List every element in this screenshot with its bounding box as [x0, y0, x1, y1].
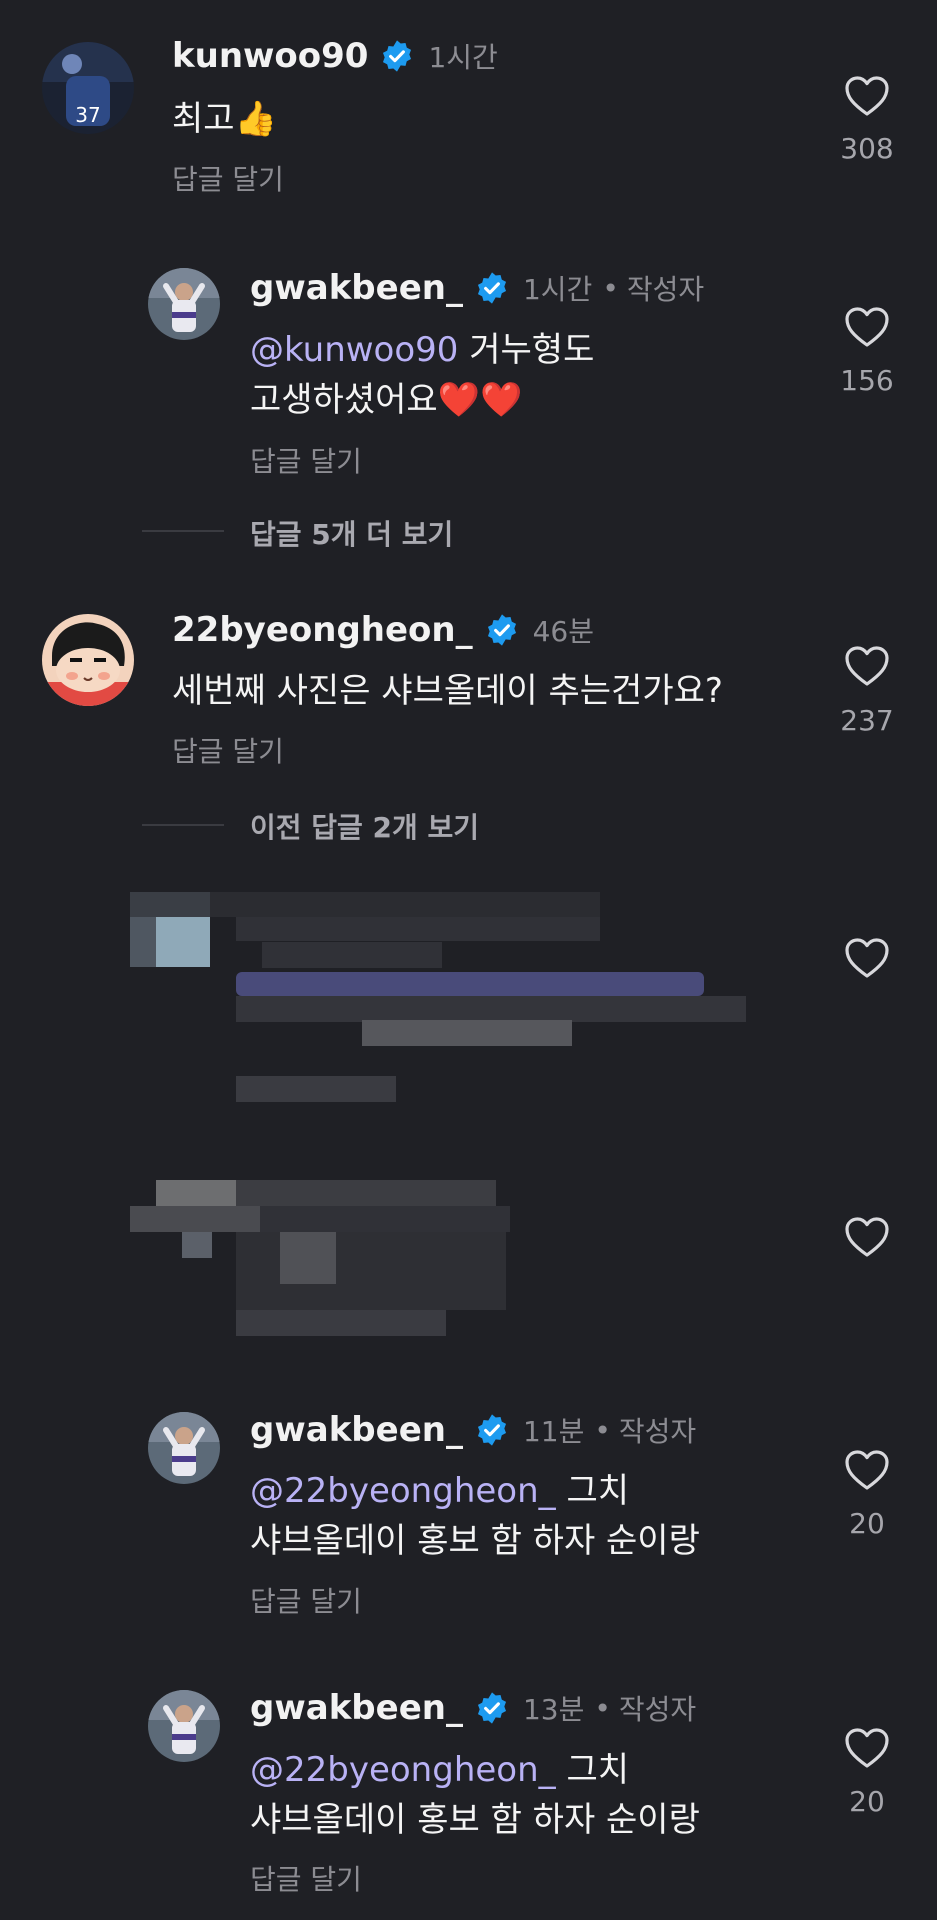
avatar-image: [148, 1690, 220, 1762]
reply-button[interactable]: 답글 달기: [250, 1858, 362, 1898]
username[interactable]: gwakbeen_: [250, 1410, 463, 1450]
reply-button[interactable]: 답글 달기: [250, 1580, 362, 1620]
comment-username-row: gwakbeen_ 11분 • 작성자: [250, 1410, 696, 1450]
avatar[interactable]: [148, 1690, 220, 1762]
comment-body: 그치: [555, 1471, 630, 1511]
comment-username-row: kunwoo90 1시간: [172, 36, 498, 76]
pixelated-text: [236, 1076, 396, 1102]
pixelated-comment: [130, 1180, 510, 1340]
timestamp: 11분: [522, 1415, 585, 1448]
author-badge: 작성자: [618, 1415, 697, 1448]
comment-text-line2: 샤브올데이 홍보 함 하자 순이랑: [250, 1521, 700, 1561]
comment-text: 세번째 사진은 샤브올데이 추는건가요?: [172, 671, 723, 711]
avatar-image: [148, 1412, 220, 1484]
verified-badge-icon: [487, 614, 516, 646]
comment-username-row: gwakbeen_ 13분 • 작성자: [250, 1688, 696, 1728]
comment-text-line2: 샤브올데이 홍보 함 하자 순이랑: [250, 1800, 700, 1840]
comment-text: @kunwoo90 거누형도: [250, 325, 594, 375]
comment-body: 최고: [172, 99, 235, 139]
comment-text: @22byeongheon_ 그치: [250, 1745, 629, 1795]
timestamp: 1시간: [428, 41, 498, 74]
username[interactable]: 22byeongheon_: [172, 610, 473, 650]
separator-dot: •: [594, 1691, 611, 1725]
mention-link[interactable]: @kunwoo90: [250, 330, 458, 370]
separator-dot: •: [594, 1413, 611, 1447]
timestamp: 13분: [522, 1693, 585, 1726]
avatar[interactable]: [148, 1412, 220, 1484]
verified-badge-icon: [477, 1414, 506, 1446]
comment-text: 최고👍: [172, 94, 277, 144]
view-more-replies-button[interactable]: 답글 5개 더 보기: [250, 513, 453, 553]
heart-outline-icon[interactable]: [843, 74, 891, 118]
verified-badge-icon: [477, 272, 506, 304]
pixelated-comment: [130, 892, 746, 1046]
thread-divider: [142, 824, 224, 826]
comment-text-line2: 고생하셨어요❤️❤️: [250, 375, 522, 425]
verified-badge-icon: [477, 1692, 506, 1724]
thread-divider: [142, 530, 224, 532]
like-count: 308: [840, 132, 894, 165]
like-count: 20: [849, 1785, 885, 1818]
heart-outline-icon[interactable]: [843, 644, 891, 688]
author-badge: 작성자: [618, 1693, 697, 1726]
username[interactable]: kunwoo90: [172, 36, 368, 76]
comment-body: 그치: [555, 1750, 630, 1790]
heart-outline-icon[interactable]: [843, 1726, 891, 1770]
heart-outline-icon[interactable]: [843, 1215, 891, 1259]
avatar-image: 37: [42, 42, 134, 134]
heart-outline-icon[interactable]: [843, 305, 891, 349]
separator-dot: •: [602, 271, 619, 305]
avatar[interactable]: [148, 268, 220, 340]
like-count: 156: [840, 364, 894, 397]
avatar-image: [42, 614, 134, 706]
avatar-image: [148, 268, 220, 340]
username[interactable]: gwakbeen_: [250, 1688, 463, 1728]
verified-badge-icon: [383, 40, 412, 72]
avatar[interactable]: [42, 614, 134, 706]
mention-link[interactable]: @22byeongheon_: [250, 1750, 556, 1790]
comment-text: @22byeongheon_ 그치: [250, 1466, 629, 1516]
timestamp: 46분: [532, 615, 594, 648]
username[interactable]: gwakbeen_: [250, 268, 463, 308]
reply-button[interactable]: 답글 달기: [250, 440, 362, 480]
reply-button[interactable]: 답글 달기: [172, 158, 284, 198]
heart-outline-icon[interactable]: [843, 1448, 891, 1492]
like-count: 20: [849, 1507, 885, 1540]
heart-outline-icon[interactable]: [843, 936, 891, 980]
comment-body: 고생하셨어요: [250, 380, 438, 420]
comment-username-row: 22byeongheon_ 46분: [172, 610, 594, 650]
author-badge: 작성자: [626, 273, 705, 306]
avatar[interactable]: 37: [42, 42, 134, 134]
like-count: 237: [840, 704, 894, 737]
thumbs-up-emoji: 👍: [234, 99, 277, 139]
view-previous-replies-button[interactable]: 이전 답글 2개 보기: [250, 806, 479, 846]
reply-button[interactable]: 답글 달기: [172, 730, 284, 770]
comment-username-row: gwakbeen_ 1시간 • 작성자: [250, 268, 704, 308]
svg-text:37: 37: [75, 103, 100, 127]
timestamp: 1시간: [522, 273, 593, 306]
comment-body: 거누형도: [458, 330, 595, 370]
heart-emoji: ❤️❤️: [437, 380, 523, 420]
mention-link[interactable]: @22byeongheon_: [250, 1471, 556, 1511]
